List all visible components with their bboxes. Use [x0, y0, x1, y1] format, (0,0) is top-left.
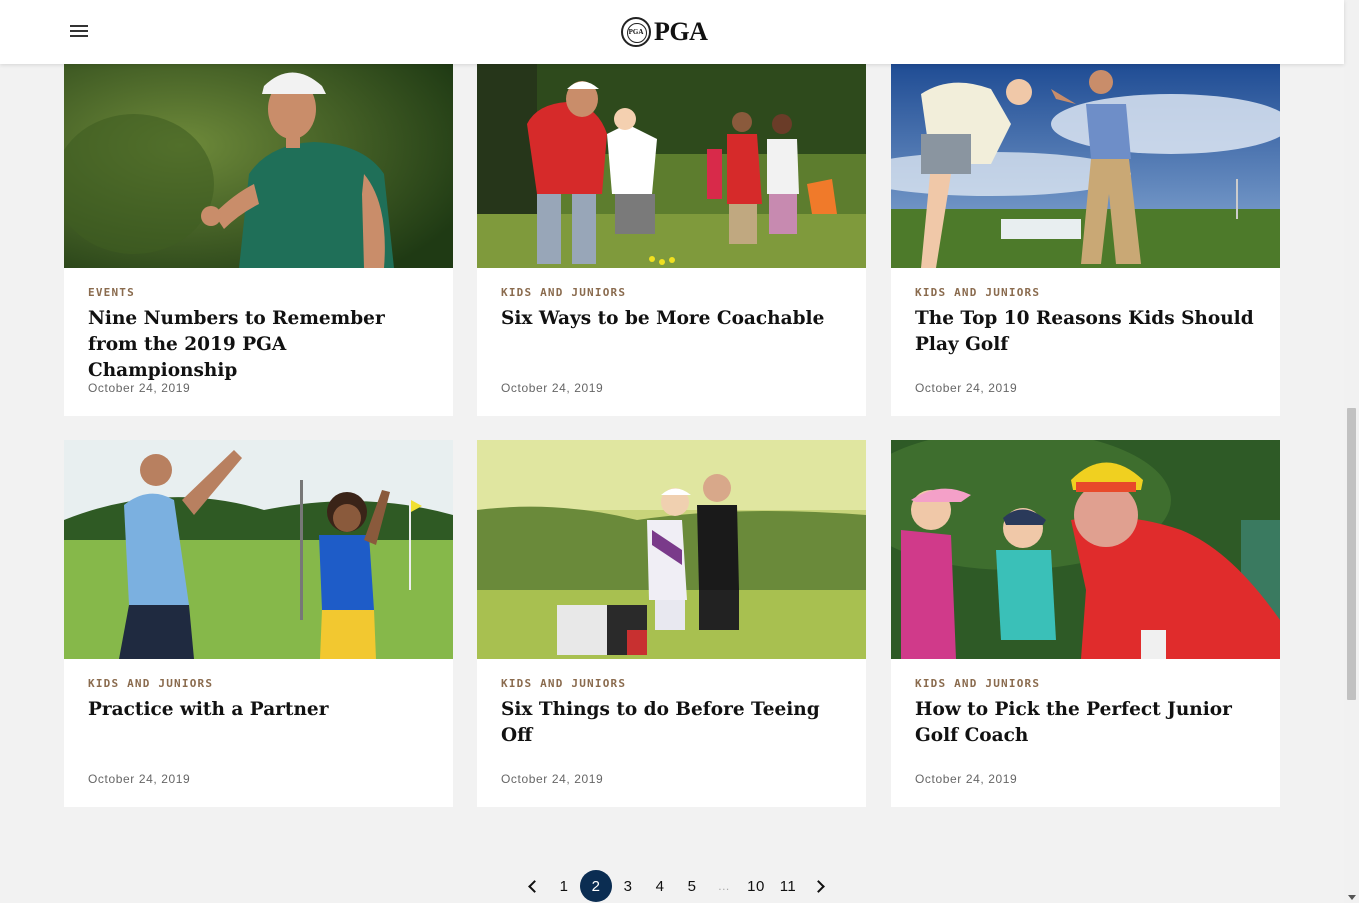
- article-title[interactable]: How to Pick the Perfect Junior Golf Coac…: [915, 697, 1260, 749]
- article-image[interactable]: [891, 440, 1280, 659]
- article-date: October 24, 2019: [501, 772, 604, 786]
- article-image[interactable]: [477, 64, 866, 268]
- page-link-5[interactable]: 5: [676, 870, 708, 902]
- page-link-11[interactable]: 11: [772, 870, 804, 902]
- article-title[interactable]: Six Ways to be More Coachable: [501, 306, 846, 332]
- logo-wordmark: PGA: [654, 17, 708, 46]
- article-card[interactable]: KIDS AND JUNIORS Six Ways to be More Coa…: [477, 64, 866, 416]
- article-title[interactable]: The Top 10 Reasons Kids Should Play Golf: [915, 306, 1260, 358]
- pga-logo[interactable]: PGA PGA: [621, 16, 708, 48]
- article-image[interactable]: [477, 440, 866, 659]
- pga-seal-icon: PGA: [621, 17, 651, 47]
- page-link-3[interactable]: 3: [612, 870, 644, 902]
- page-scrollbar[interactable]: [1344, 0, 1359, 903]
- article-date: October 24, 2019: [915, 381, 1018, 395]
- article-category[interactable]: KIDS AND JUNIORS: [501, 286, 626, 299]
- pagination: 1 2 3 4 5 ... 10 11: [516, 870, 836, 902]
- article-date: October 24, 2019: [501, 381, 604, 395]
- article-image[interactable]: [891, 64, 1280, 268]
- article-card[interactable]: KIDS AND JUNIORS How to Pick the Perfect…: [891, 440, 1280, 807]
- article-card[interactable]: KIDS AND JUNIORS Practice with a Partner…: [64, 440, 453, 807]
- article-category[interactable]: EVENTS: [88, 286, 135, 299]
- scroll-down-arrow-icon[interactable]: [1348, 895, 1356, 900]
- article-category[interactable]: KIDS AND JUNIORS: [501, 677, 626, 690]
- article-category[interactable]: KIDS AND JUNIORS: [915, 677, 1040, 690]
- article-image[interactable]: [64, 64, 453, 268]
- article-card[interactable]: EVENTS Nine Numbers to Remember from the…: [64, 64, 453, 416]
- page-link-10[interactable]: 10: [740, 870, 772, 902]
- site-header: PGA PGA: [0, 0, 1344, 64]
- chevron-left-icon: [527, 879, 541, 893]
- article-title[interactable]: Six Things to do Before Teeing Off: [501, 697, 846, 749]
- page-link-current[interactable]: 2: [580, 870, 612, 902]
- prev-page-button[interactable]: [516, 870, 548, 902]
- next-page-button[interactable]: [804, 870, 836, 902]
- chevron-right-icon: [811, 879, 825, 893]
- article-image[interactable]: [64, 440, 453, 659]
- scrollbar-thumb[interactable]: [1347, 408, 1356, 700]
- article-category[interactable]: KIDS AND JUNIORS: [88, 677, 213, 690]
- article-category[interactable]: KIDS AND JUNIORS: [915, 286, 1040, 299]
- article-card[interactable]: KIDS AND JUNIORS Six Things to do Before…: [477, 440, 866, 807]
- page-link-4[interactable]: 4: [644, 870, 676, 902]
- article-date: October 24, 2019: [88, 381, 191, 395]
- pagination-ellipsis: ...: [718, 879, 730, 893]
- article-title[interactable]: Nine Numbers to Remember from the 2019 P…: [88, 306, 433, 384]
- article-date: October 24, 2019: [915, 772, 1018, 786]
- page-link-1[interactable]: 1: [548, 870, 580, 902]
- article-title[interactable]: Practice with a Partner: [88, 697, 433, 723]
- article-date: October 24, 2019: [88, 772, 191, 786]
- menu-icon[interactable]: [68, 22, 92, 42]
- article-card[interactable]: KIDS AND JUNIORS The Top 10 Reasons Kids…: [891, 64, 1280, 416]
